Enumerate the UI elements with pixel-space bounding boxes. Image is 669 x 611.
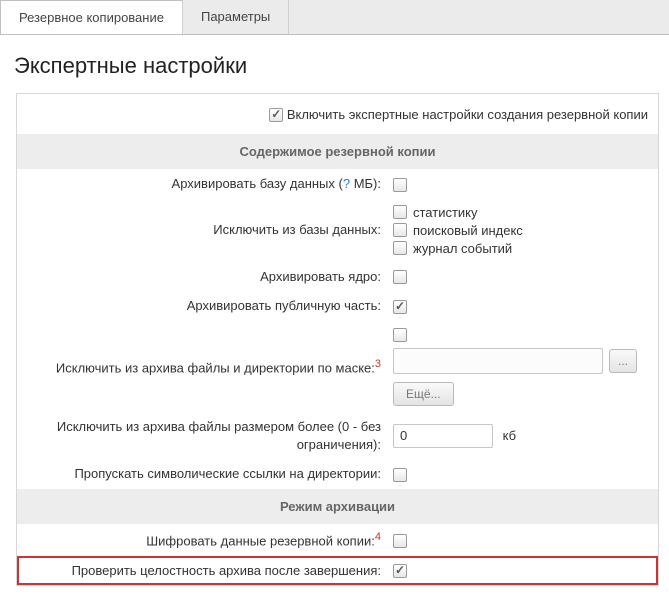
enable-expert-checkbox[interactable] bbox=[269, 108, 283, 122]
tab-params[interactable]: Параметры bbox=[183, 0, 289, 35]
tabs-rest bbox=[289, 0, 669, 35]
archive-public-label: Архивировать публичную часть: bbox=[17, 291, 387, 321]
exclude-mask-checkbox[interactable] bbox=[393, 328, 407, 342]
archive-db-checkbox[interactable] bbox=[393, 178, 407, 192]
settings-panel: Включить экспертные настройки создания р… bbox=[16, 93, 659, 586]
exclude-db-stat-checkbox[interactable] bbox=[393, 205, 407, 219]
skip-symlinks-checkbox[interactable] bbox=[393, 468, 407, 482]
archive-db-help-icon[interactable]: ? bbox=[343, 176, 350, 191]
tab-backup[interactable]: Резервное копирование bbox=[0, 0, 183, 34]
exclude-mask-input[interactable] bbox=[393, 348, 603, 374]
archive-db-label-pre: Архивировать базу данных ( bbox=[172, 176, 343, 191]
exclude-mask-sup: 3 bbox=[375, 358, 381, 370]
verify-label: Проверить целостность архива после завер… bbox=[17, 556, 387, 586]
exclude-db-label: Исключить из базы данных: bbox=[17, 199, 387, 262]
enable-expert-label: Включить экспертные настройки создания р… bbox=[287, 107, 648, 122]
content-form: Архивировать базу данных (? МБ): Исключи… bbox=[17, 169, 658, 489]
exclude-mask-browse-button[interactable]: ... bbox=[609, 349, 637, 373]
exclude-size-unit: кб bbox=[503, 428, 516, 443]
exclude-mask-more-button[interactable]: Ещё... bbox=[393, 382, 454, 406]
encrypt-label: Шифровать данные резервной копии: bbox=[146, 533, 375, 548]
archive-public-checkbox[interactable] bbox=[393, 300, 407, 314]
mode-form: Шифровать данные резервной копии:4 Прове… bbox=[17, 524, 658, 585]
exclude-db-stat-label: статистику bbox=[413, 205, 478, 220]
encrypt-sup: 4 bbox=[375, 531, 381, 543]
verify-checkbox[interactable] bbox=[393, 564, 407, 578]
exclude-size-input[interactable] bbox=[393, 424, 493, 448]
exclude-db-log-label: журнал событий bbox=[413, 241, 512, 256]
verify-row-highlight: Проверить целостность архива после завер… bbox=[17, 556, 658, 586]
skip-symlinks-label: Пропускать символические ссылки на дирек… bbox=[17, 459, 387, 489]
archive-db-label-post: МБ): bbox=[350, 176, 381, 191]
tabs: Резервное копирование Параметры bbox=[0, 0, 669, 35]
exclude-db-log-checkbox[interactable] bbox=[393, 241, 407, 255]
enable-expert-row: Включить экспертные настройки создания р… bbox=[17, 94, 658, 134]
exclude-mask-label: Исключить из архива файлы и директории п… bbox=[56, 360, 375, 375]
archive-core-checkbox[interactable] bbox=[393, 270, 407, 284]
exclude-db-search-label: поисковый индекс bbox=[413, 223, 523, 238]
page-title: Экспертные настройки bbox=[14, 53, 669, 79]
section-mode-header: Режим архивации bbox=[17, 489, 658, 524]
exclude-size-label: Исключить из архива файлы размером более… bbox=[17, 412, 387, 459]
encrypt-checkbox[interactable] bbox=[393, 534, 407, 548]
exclude-db-search-checkbox[interactable] bbox=[393, 223, 407, 237]
section-content-header: Содержимое резервной копии bbox=[17, 134, 658, 169]
archive-core-label: Архивировать ядро: bbox=[17, 262, 387, 292]
